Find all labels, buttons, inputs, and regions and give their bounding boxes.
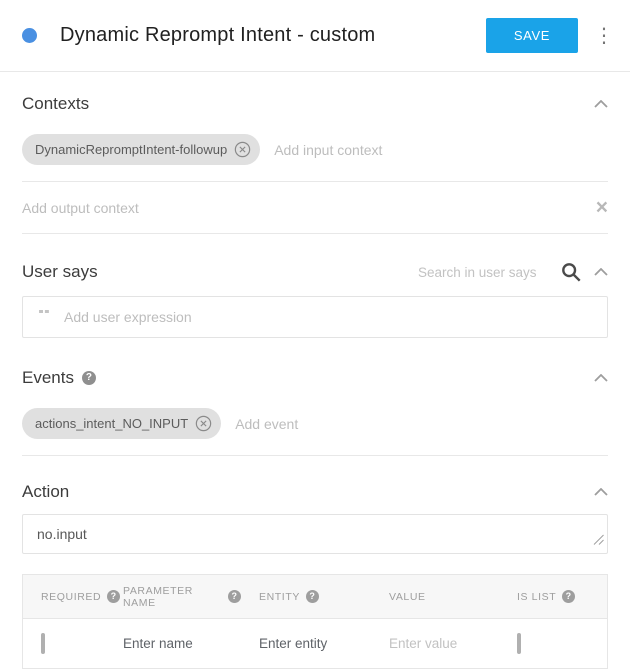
user-says-section: User says “ xyxy=(22,252,608,338)
add-user-expression-field[interactable] xyxy=(64,309,593,325)
entity-help-icon: ? xyxy=(306,590,319,603)
parameter-entity-field[interactable] xyxy=(259,636,359,651)
user-says-search xyxy=(418,261,608,283)
parameters-table: REQUIRED ? PARAMETER NAME ? ENTITY ? VAL… xyxy=(22,574,608,669)
events-title: Events xyxy=(22,368,74,388)
events-help-icon: ? xyxy=(82,371,96,385)
contexts-section: Contexts DynamicRepromptIntent-followup … xyxy=(22,86,608,234)
clear-output-context-icon[interactable]: × xyxy=(596,197,608,218)
parameter-value-field[interactable] xyxy=(389,636,489,651)
user-says-title: User says xyxy=(22,262,98,282)
parameter-name-field[interactable] xyxy=(123,636,223,651)
header-required: REQUIRED ? xyxy=(23,590,105,603)
collapse-user-says-icon[interactable] xyxy=(594,268,608,276)
user-expression-box: “ xyxy=(22,296,608,338)
header-entity: ENTITY ? xyxy=(241,590,371,603)
header-is-list: IS LIST ? xyxy=(499,590,607,603)
action-section: Action xyxy=(22,472,608,554)
quote-icon: “ xyxy=(37,310,51,324)
parameter-name-help-icon: ? xyxy=(228,590,241,603)
remove-event-icon[interactable] xyxy=(195,415,212,432)
search-icon[interactable] xyxy=(560,261,582,283)
collapse-contexts-icon[interactable] xyxy=(594,100,608,108)
parameter-row xyxy=(23,619,607,668)
header-parameter-name: PARAMETER NAME ? xyxy=(105,585,241,609)
add-input-context-field[interactable] xyxy=(274,142,608,158)
add-output-context-field[interactable] xyxy=(22,200,596,216)
is-list-help-icon: ? xyxy=(562,590,575,603)
save-button[interactable]: SAVE xyxy=(486,18,578,53)
intent-status-dot-icon xyxy=(22,28,37,43)
event-chip-label: actions_intent_NO_INPUT xyxy=(35,416,188,431)
input-context-chip: DynamicRepromptIntent-followup xyxy=(22,134,260,165)
collapse-action-icon[interactable] xyxy=(594,488,608,496)
collapse-events-icon[interactable] xyxy=(594,374,608,382)
required-checkbox[interactable] xyxy=(41,633,45,654)
action-input-box xyxy=(22,514,608,554)
intent-header: Dynamic Reprompt Intent - custom SAVE ⋮ xyxy=(0,0,630,72)
contexts-title: Contexts xyxy=(22,94,89,114)
page-title: Dynamic Reprompt Intent - custom xyxy=(60,24,375,47)
action-name-field[interactable] xyxy=(37,526,593,542)
input-contexts-row: DynamicRepromptIntent-followup xyxy=(22,122,608,182)
search-user-says-input[interactable] xyxy=(418,265,550,280)
event-chip: actions_intent_NO_INPUT xyxy=(22,408,221,439)
input-context-chip-label: DynamicRepromptIntent-followup xyxy=(35,142,227,157)
events-section: Events ? actions_intent_NO_INPUT xyxy=(22,360,608,456)
events-row: actions_intent_NO_INPUT xyxy=(22,396,608,456)
add-event-field[interactable] xyxy=(235,416,608,432)
action-title: Action xyxy=(22,482,69,502)
parameters-header-row: REQUIRED ? PARAMETER NAME ? ENTITY ? VAL… xyxy=(23,575,607,619)
remove-input-context-icon[interactable] xyxy=(234,141,251,158)
output-contexts-row: × xyxy=(22,182,608,234)
is-list-checkbox[interactable] xyxy=(517,633,521,654)
more-options-icon[interactable]: ⋮ xyxy=(594,23,612,48)
header-value: VALUE xyxy=(371,591,499,603)
resize-handle-icon[interactable] xyxy=(593,532,604,550)
